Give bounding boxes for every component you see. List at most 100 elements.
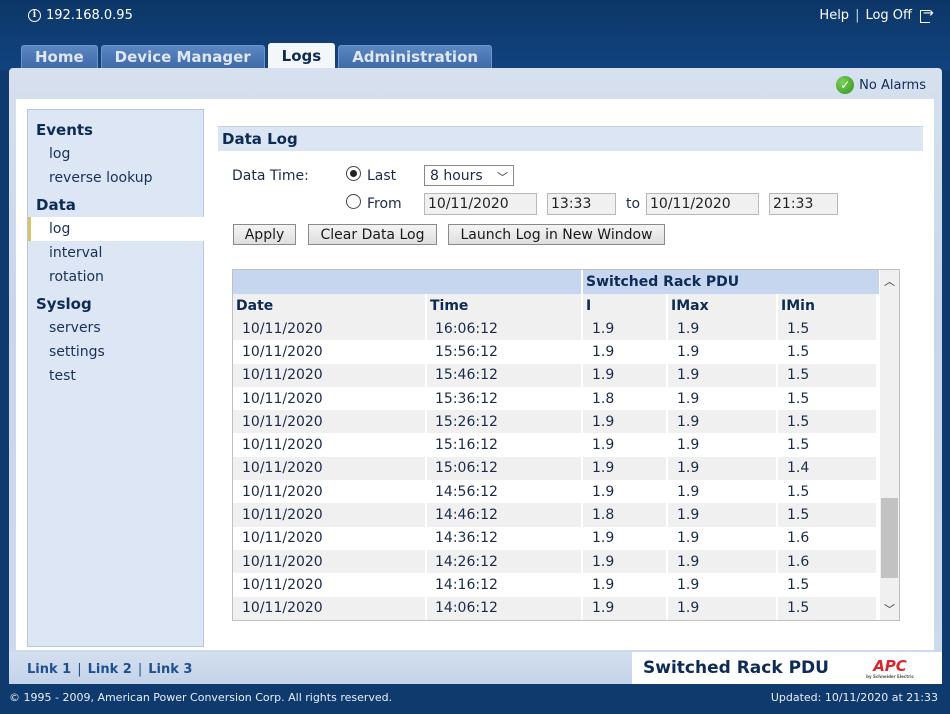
sidebar-item-rotation[interactable]: rotation — [28, 265, 203, 289]
check-icon: ✓ — [836, 76, 855, 94]
from-date-field[interactable]: 10/11/2020 — [424, 193, 537, 215]
last-label: Last — [367, 168, 397, 184]
product-name-box: Switched Rack PDU APC by Schneider Elect… — [632, 652, 942, 684]
to-time-field[interactable]: 21:33 — [769, 193, 838, 215]
cell-i: 1.9 — [583, 526, 666, 550]
cell-time: 14:36:12 — [427, 526, 581, 550]
launch-log-button[interactable]: Launch Log in New Window — [448, 224, 665, 245]
logoff-link[interactable]: Log Off — [865, 8, 912, 23]
table-row: 10/11/2020 14:46:12 1.8 1.9 1.5 — [233, 503, 880, 527]
footer-bar: Link 1 | Link 2 | Link 3 Switched Rack P… — [9, 652, 942, 684]
cell-imax: 1.9 — [668, 317, 776, 341]
separator: | — [137, 662, 143, 677]
cell-imax: 1.9 — [668, 526, 776, 550]
vertical-scrollbar[interactable]: ︿ ﹀ — [880, 270, 899, 620]
cell-imax: 1.9 — [668, 456, 776, 481]
tab-administration[interactable]: Administration — [338, 45, 493, 68]
logoff-icon[interactable] — [918, 6, 934, 23]
separator: | — [77, 662, 82, 677]
top-links: Help | Log Off — [819, 6, 934, 24]
cell-imin: 1.5 — [778, 410, 876, 434]
last-radio[interactable] — [346, 166, 361, 181]
footer-link-3[interactable]: Link 3 — [148, 662, 192, 677]
content-area: Events log reverse lookup Data log inter… — [16, 99, 934, 650]
sidebar-item-reverse-lookup[interactable]: reverse lookup — [28, 166, 203, 190]
cell-i: 1.9 — [583, 573, 666, 597]
cell-imin: 1.5 — [778, 503, 876, 527]
column-header-date: Date — [233, 294, 425, 317]
chevron-down-icon[interactable]: ﹀ — [880, 600, 899, 618]
cell-i: 1.9 — [583, 363, 666, 387]
cell-i: 1.9 — [583, 317, 666, 341]
page-title: Data Log — [218, 126, 923, 151]
cell-imax: 1.9 — [668, 410, 776, 434]
cell-time: 15:46:12 — [427, 363, 581, 387]
svg-text:APC: APC — [872, 657, 907, 675]
sidebar-item-settings[interactable]: settings — [28, 340, 203, 364]
updated-timestamp: Updated: 10/11/2020 at 21:33 — [770, 691, 938, 704]
cell-time: 14:26:12 — [427, 549, 581, 574]
apply-button[interactable]: Apply — [233, 224, 296, 245]
chevron-down-icon: ﹀ — [497, 171, 508, 184]
cell-date: 10/11/2020 — [233, 573, 425, 597]
cell-imin: 1.5 — [778, 480, 876, 504]
sidebar-item-events-log[interactable]: log — [28, 142, 203, 166]
alarm-status-text: No Alarms — [859, 77, 926, 93]
table-body: 10/11/2020 16:06:12 1.9 1.9 1.5 10/11/2020 15:… — [233, 317, 880, 620]
clear-data-log-button[interactable]: Clear Data Log — [308, 224, 437, 245]
table-group-header-row: Switched Rack PDU — [233, 270, 880, 294]
column-header-imax: IMax — [668, 294, 776, 317]
footer-links: Link 1 | Link 2 | Link 3 — [27, 662, 192, 677]
last-duration-select[interactable]: 8 hours ﹀ — [424, 165, 514, 186]
sidebar-heading-data: Data — [36, 196, 76, 214]
cell-i: 1.9 — [583, 410, 666, 434]
tab-device-manager[interactable]: Device Manager — [100, 45, 265, 68]
to-date-field[interactable]: 10/11/2020 — [646, 193, 759, 215]
sidebar-item-interval[interactable]: interval — [28, 241, 203, 265]
footer-link-2[interactable]: Link 2 — [88, 662, 132, 677]
main-tabs: Home Device Manager Logs Administration — [21, 43, 493, 68]
tab-logs[interactable]: Logs — [267, 43, 336, 68]
table-row: 10/11/2020 16:06:12 1.9 1.9 1.5 — [233, 317, 880, 341]
sidebar-item-test[interactable]: test — [28, 364, 203, 388]
footer-link-1[interactable]: Link 1 — [27, 662, 71, 677]
sidebar-heading-syslog: Syslog — [36, 295, 92, 313]
tab-home[interactable]: Home — [21, 45, 98, 68]
cell-date: 10/11/2020 — [233, 317, 425, 341]
cell-imin: 1.5 — [778, 340, 876, 364]
cell-imin: 1.5 — [778, 363, 876, 387]
cell-time: 14:56:12 — [427, 480, 581, 504]
sidebar-item-data-log[interactable]: log — [28, 217, 204, 241]
from-radio[interactable] — [346, 194, 361, 209]
main-panel: ✓ No Alarms Events log reverse lookup Da… — [9, 68, 942, 658]
last-duration-value: 8 hours — [430, 167, 483, 184]
table-row: 10/11/2020 15:56:12 1.9 1.9 1.5 — [233, 340, 880, 364]
cell-imin: 1.5 — [778, 596, 876, 620]
cell-date: 10/11/2020 — [233, 480, 425, 504]
from-time-field[interactable]: 13:33 — [547, 193, 616, 215]
cell-time: 14:46:12 — [427, 503, 581, 527]
cell-imin: 1.6 — [778, 549, 876, 574]
table-row: 10/11/2020 15:26:12 1.9 1.9 1.5 — [233, 410, 880, 434]
cell-i: 1.9 — [583, 596, 666, 620]
cell-time: 15:56:12 — [427, 340, 581, 364]
cell-imin: 1.5 — [778, 317, 876, 341]
column-header-time: Time — [427, 294, 581, 317]
column-header-i: I — [583, 294, 666, 317]
table-row: 10/11/2020 15:16:12 1.9 1.9 1.5 — [233, 433, 880, 457]
cell-imin: 1.6 — [778, 526, 876, 550]
alarm-status[interactable]: ✓ No Alarms — [836, 76, 926, 94]
scrollbar-thumb[interactable] — [881, 498, 898, 578]
sidebar-item-servers[interactable]: servers — [28, 316, 203, 340]
cell-imin: 1.5 — [778, 573, 876, 597]
cell-imax: 1.9 — [668, 596, 776, 620]
cell-i: 1.8 — [583, 503, 666, 527]
table-row: 10/11/2020 14:16:12 1.9 1.9 1.5 — [233, 573, 880, 597]
cell-imax: 1.9 — [668, 386, 776, 411]
cell-i: 1.9 — [583, 340, 666, 364]
chevron-up-icon[interactable]: ︿ — [880, 272, 899, 290]
table-row: 10/11/2020 14:26:12 1.9 1.9 1.6 — [233, 549, 880, 574]
sidebar-heading-events: Events — [36, 121, 93, 139]
device-ip-text: 192.168.0.95 — [46, 8, 133, 23]
help-link[interactable]: Help — [819, 8, 849, 23]
